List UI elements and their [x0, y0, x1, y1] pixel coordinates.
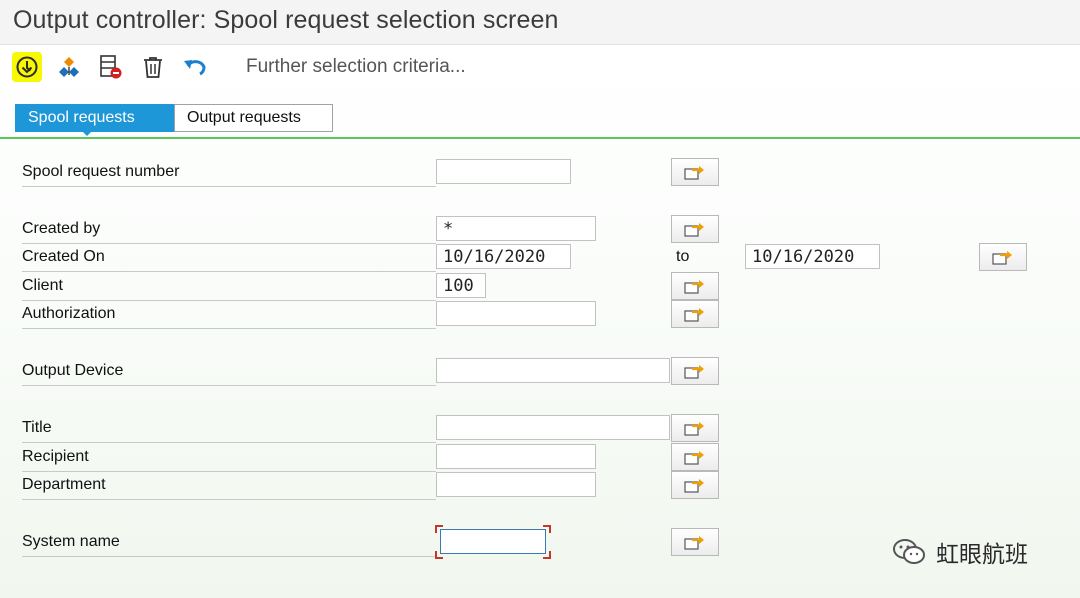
- authorization-label: Authorization: [22, 300, 436, 329]
- multiple-selection-icon: [684, 280, 704, 294]
- system-name-label: System name: [22, 528, 436, 557]
- tab-spool-requests[interactable]: Spool requests: [15, 104, 174, 136]
- client-multiple-selection-button[interactable]: [671, 272, 719, 300]
- watermark-text: 虹眼航班: [936, 542, 1028, 568]
- recipient-multiple-selection-button[interactable]: [671, 443, 719, 471]
- multiple-selection-icon: [684, 479, 704, 493]
- recipient-field[interactable]: [436, 444, 596, 469]
- further-selection-criteria-button[interactable]: Further selection criteria...: [246, 56, 466, 78]
- multiple-selection-icon: [684, 365, 704, 379]
- client-field[interactable]: 100: [436, 273, 486, 298]
- execute-button[interactable]: [12, 52, 42, 82]
- department-label: Department: [22, 471, 436, 500]
- client-label: Client: [22, 272, 436, 301]
- delete-button[interactable]: [138, 52, 168, 82]
- system-name-field[interactable]: [440, 529, 546, 554]
- focus-corner-marker: [543, 525, 551, 533]
- spool-request-number-label: Spool request number: [22, 158, 436, 187]
- title-field[interactable]: [436, 415, 670, 440]
- wechat-icon: [893, 539, 925, 564]
- tab-strip: Spool requests Output requests: [15, 104, 333, 136]
- get-variant-icon: [59, 57, 79, 77]
- watermark: 虹眼航班: [892, 534, 1028, 570]
- multiple-selection-icon: [684, 308, 704, 322]
- created-on-from-field[interactable]: 10/16/2020: [436, 244, 571, 269]
- execute-icon: [16, 56, 38, 78]
- focus-corner-marker: [435, 551, 443, 559]
- created-on-multiple-selection-button[interactable]: [979, 243, 1027, 271]
- created-on-label: Created On: [22, 243, 436, 272]
- system-name-multiple-selection-button[interactable]: [671, 528, 719, 556]
- department-field[interactable]: [436, 472, 596, 497]
- multiple-selection-icon: [684, 536, 704, 550]
- trash-icon: [144, 57, 162, 78]
- title-bar: Output controller: Spool request selecti…: [0, 0, 1080, 45]
- spool-request-number-field[interactable]: [436, 159, 571, 184]
- output-device-multiple-selection-button[interactable]: [671, 357, 719, 385]
- multiple-selection-icon: [684, 223, 704, 237]
- tab-output-requests[interactable]: Output requests: [174, 104, 333, 132]
- authorization-field[interactable]: [436, 301, 596, 326]
- focus-corner-marker: [435, 525, 443, 533]
- recipient-label: Recipient: [22, 443, 436, 472]
- undo-icon: [184, 60, 206, 76]
- delete-selection-button[interactable]: [96, 52, 126, 82]
- output-device-label: Output Device: [22, 357, 436, 386]
- multiple-selection-icon: [684, 166, 704, 180]
- multiple-selection-icon: [992, 251, 1012, 265]
- get-variant-button[interactable]: [54, 52, 84, 82]
- window-title: Output controller: Spool request selecti…: [13, 6, 559, 34]
- output-device-field[interactable]: [436, 358, 670, 383]
- title-label: Title: [22, 414, 436, 443]
- created-on-to-field[interactable]: 10/16/2020: [745, 244, 880, 269]
- application-toolbar: Further selection criteria...: [0, 45, 1080, 89]
- multiple-selection-icon: [684, 451, 704, 465]
- authorization-multiple-selection-button[interactable]: [671, 300, 719, 328]
- multiple-selection-icon: [684, 422, 704, 436]
- spool-request-number-multiple-selection-button[interactable]: [671, 158, 719, 186]
- focus-corner-marker: [543, 551, 551, 559]
- created-by-label: Created by: [22, 215, 436, 244]
- created-by-field[interactable]: *: [436, 216, 596, 241]
- tab-separator: [0, 137, 1080, 139]
- title-multiple-selection-button[interactable]: [671, 414, 719, 442]
- created-on-to-label: to: [676, 248, 690, 265]
- department-multiple-selection-button[interactable]: [671, 471, 719, 499]
- delete-selection-icon: [100, 55, 122, 79]
- created-by-multiple-selection-button[interactable]: [671, 215, 719, 243]
- undo-button[interactable]: [180, 52, 210, 82]
